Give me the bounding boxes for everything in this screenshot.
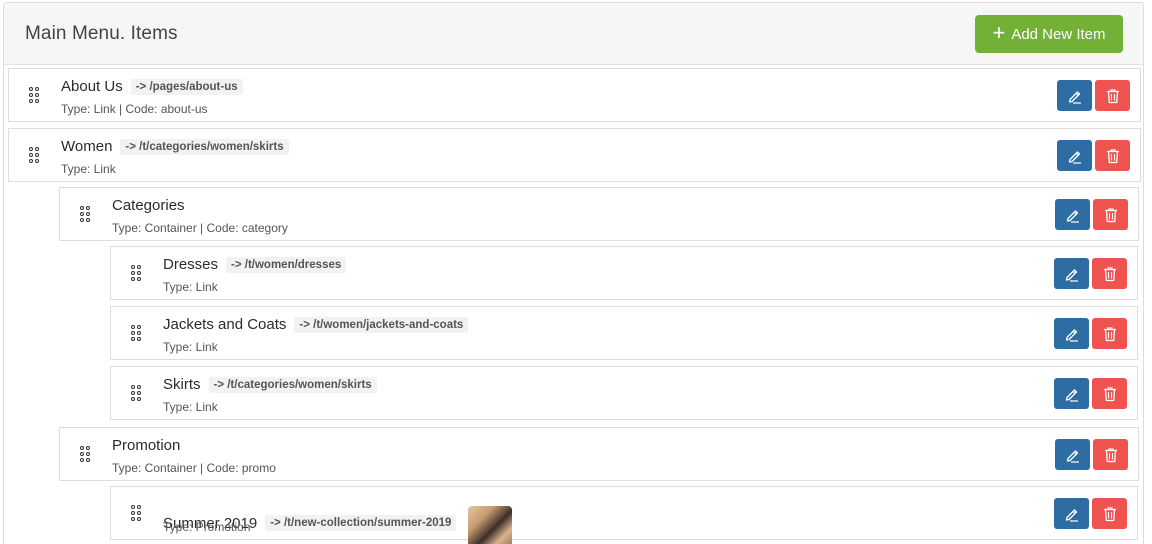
pencil-icon	[1064, 386, 1080, 402]
delete-button[interactable]	[1095, 140, 1130, 171]
trash-icon	[1104, 447, 1118, 463]
trash-icon	[1103, 326, 1117, 342]
add-new-item-label: Add New Item	[1011, 25, 1106, 43]
add-new-item-button[interactable]: + Add New Item	[975, 15, 1123, 53]
pencil-icon	[1065, 207, 1081, 223]
trash-icon	[1106, 88, 1120, 104]
menu-item-meta: Type: Link	[61, 162, 116, 176]
menu-item-route: -> /t/women/dresses	[226, 256, 347, 273]
menu-item: Promotion Type: Container | Code: promo	[59, 427, 1139, 481]
plus-icon: +	[992, 20, 1006, 45]
delete-button[interactable]	[1092, 498, 1127, 529]
drag-handle-icon[interactable]	[29, 87, 41, 105]
promotion-thumbnail	[468, 506, 513, 544]
menu-item-title: Women	[61, 138, 113, 155]
menu-item-title-line: Skirts -> /t/categories/women/skirts	[163, 376, 377, 393]
delete-button[interactable]	[1093, 439, 1128, 470]
menu-item: Jackets and Coats -> /t/women/jackets-and…	[110, 306, 1138, 360]
menu-item-title: Promotion	[112, 437, 181, 454]
panel-header: Main Menu. Items + Add New Item	[4, 3, 1143, 65]
menu-item-title-line: Jackets and Coats -> /t/women/jackets-and…	[163, 316, 469, 333]
drag-handle-icon[interactable]	[80, 446, 92, 464]
menu-item: Categories Type: Container | Code: catego…	[59, 187, 1139, 241]
menu-item-meta: Type: Promotion	[163, 520, 251, 534]
menu-item-title-line: Dresses -> /t/women/dresses	[163, 256, 347, 273]
edit-button[interactable]	[1054, 318, 1089, 349]
menu-item-title: Jackets and Coats	[163, 316, 287, 333]
menu-item-meta: Type: Link	[163, 340, 218, 354]
menu-item: Summer 2019 -> /t/new-collection/summer-2…	[110, 486, 1138, 544]
menu-item-route: -> /pages/about-us	[130, 78, 243, 95]
pencil-icon	[1064, 326, 1080, 342]
menu-item-meta: Type: Container | Code: category	[112, 221, 288, 235]
delete-button[interactable]	[1092, 318, 1127, 349]
pencil-icon	[1064, 266, 1080, 282]
menu-item: Women -> /t/categories/women/skirts Type: …	[8, 128, 1141, 182]
menu-item-meta: Type: Link	[163, 400, 218, 414]
pencil-icon	[1065, 447, 1081, 463]
menu-item-title-line: Categories	[112, 197, 185, 214]
trash-icon	[1103, 506, 1117, 522]
delete-button[interactable]	[1093, 199, 1128, 230]
edit-button[interactable]	[1054, 498, 1089, 529]
drag-handle-icon[interactable]	[80, 206, 92, 224]
menu-item: Dresses -> /t/women/dresses Type: Link	[110, 246, 1138, 300]
menu-item-title: Categories	[112, 197, 185, 214]
pencil-icon	[1064, 506, 1080, 522]
trash-icon	[1103, 386, 1117, 402]
menu-item-title-line: About Us -> /pages/about-us	[61, 78, 243, 95]
menu-item: About Us -> /pages/about-us Type: Link | C…	[8, 68, 1141, 122]
drag-handle-icon[interactable]	[131, 385, 143, 403]
menu-item-route: -> /t/women/jackets-and-coats	[294, 316, 469, 333]
edit-button[interactable]	[1055, 439, 1090, 470]
menu-item-title: Dresses	[163, 256, 219, 273]
drag-handle-icon[interactable]	[29, 147, 41, 165]
menu-item-meta: Type: Container | Code: promo	[112, 461, 276, 475]
drag-handle-icon[interactable]	[131, 325, 143, 343]
menu-item-title-line: Women -> /t/categories/women/skirts	[61, 138, 289, 155]
pencil-icon	[1067, 148, 1083, 164]
edit-button[interactable]	[1057, 80, 1092, 111]
menu-item-meta: Type: Link	[163, 280, 218, 294]
menu-item-route: -> /t/categories/women/skirts	[208, 376, 377, 393]
menu-item: Skirts -> /t/categories/women/skirts Type:…	[110, 366, 1138, 420]
pencil-icon	[1067, 88, 1083, 104]
menu-item-title: About Us	[61, 78, 123, 95]
menu-item-route: -> /t/new-collection/summer-2019	[265, 515, 457, 531]
edit-button[interactable]	[1055, 199, 1090, 230]
delete-button[interactable]	[1095, 80, 1130, 111]
drag-handle-icon[interactable]	[131, 505, 143, 523]
page-title: Main Menu. Items	[25, 23, 178, 44]
delete-button[interactable]	[1092, 258, 1127, 289]
trash-icon	[1103, 266, 1117, 282]
edit-button[interactable]	[1054, 378, 1089, 409]
menu-item-title: Skirts	[163, 376, 201, 393]
trash-icon	[1104, 207, 1118, 223]
menu-item-route: -> /t/categories/women/skirts	[120, 138, 289, 155]
drag-handle-icon[interactable]	[131, 265, 143, 283]
menu-item-meta: Type: Link | Code: about-us	[61, 102, 208, 116]
trash-icon	[1106, 148, 1120, 164]
delete-button[interactable]	[1092, 378, 1127, 409]
edit-button[interactable]	[1054, 258, 1089, 289]
menu-item-title-line: Promotion	[112, 437, 180, 454]
edit-button[interactable]	[1057, 140, 1092, 171]
